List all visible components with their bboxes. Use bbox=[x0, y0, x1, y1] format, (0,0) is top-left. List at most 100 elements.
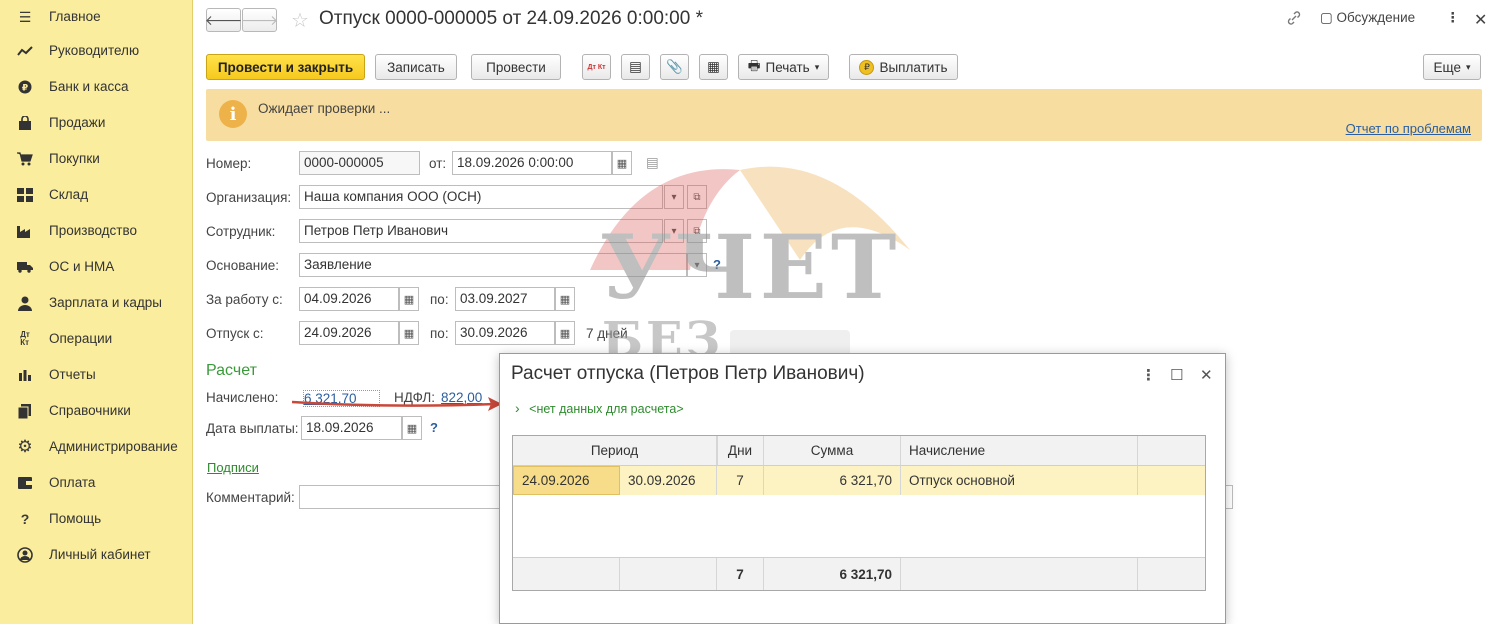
cell-accrual[interactable]: Отпуск основной bbox=[901, 466, 1138, 495]
dropdown-icon[interactable]: ▾ bbox=[687, 253, 707, 277]
forward-button[interactable]: 🡒 bbox=[241, 8, 278, 32]
work-from-label: За работу с: bbox=[206, 292, 283, 307]
help-question-icon[interactable]: ? bbox=[430, 420, 438, 435]
link-icon[interactable] bbox=[1286, 10, 1302, 29]
basis-select[interactable]: Заявление bbox=[299, 253, 687, 277]
sidebar-item-bank[interactable]: ₽ Банк и касса bbox=[0, 70, 193, 106]
pay-label: Выплатить bbox=[879, 59, 948, 75]
wallet-icon bbox=[16, 474, 34, 492]
page-title: Отпуск 0000-000005 от 24.09.2026 0:00:00… bbox=[319, 8, 703, 29]
sidebar-item-label: Зарплата и кадры bbox=[49, 295, 162, 310]
cell-sum[interactable]: 6 321,70 bbox=[764, 466, 901, 495]
post-and-close-button[interactable]: Провести и закрыть bbox=[206, 54, 365, 80]
calendar-icon[interactable]: ▦ bbox=[399, 321, 419, 345]
cell-days[interactable]: 7 bbox=[717, 466, 764, 495]
col-sum[interactable]: Сумма bbox=[764, 436, 901, 465]
cell-to[interactable]: 30.09.2026 bbox=[620, 466, 717, 495]
col-accrual[interactable]: Начисление bbox=[901, 436, 1138, 465]
user-circle-icon bbox=[16, 546, 34, 564]
vacation-from-label: Отпуск с: bbox=[206, 326, 264, 341]
sidebar-item-label: Склад bbox=[49, 187, 89, 202]
annotation-arrow bbox=[291, 397, 502, 411]
table-row[interactable]: 24.09.2026 30.09.2026 7 6 321,70 Отпуск … bbox=[513, 466, 1205, 495]
sidebar-item-purchases[interactable]: Покупки bbox=[0, 142, 193, 178]
sidebar-item-sales[interactable]: Продажи bbox=[0, 106, 193, 142]
books-icon bbox=[16, 402, 34, 420]
col-days[interactable]: Дни bbox=[717, 436, 764, 465]
dropdown-icon[interactable]: ▾ bbox=[664, 219, 684, 243]
sidebar-item-assets[interactable]: ОС и НМА bbox=[0, 250, 193, 286]
vacation-days: 7 дней bbox=[586, 326, 628, 341]
status-banner: i Ожидает проверки ... Отчет по проблема… bbox=[206, 89, 1482, 141]
help-question-icon[interactable]: ? bbox=[713, 257, 721, 272]
employee-field[interactable]: Петров Петр Иванович bbox=[299, 219, 663, 243]
attach-button[interactable]: 📎 bbox=[660, 54, 689, 80]
gear-icon: ⚙ bbox=[17, 437, 33, 456]
person-icon bbox=[16, 294, 34, 312]
sidebar-item-references[interactable]: Справочники bbox=[0, 394, 193, 430]
sidebar-item-salary[interactable]: Зарплата и кадры bbox=[0, 286, 193, 322]
open-icon[interactable]: ⧉ bbox=[687, 185, 707, 209]
sidebar-item-reports[interactable]: Отчеты bbox=[0, 358, 193, 394]
sidebar-item-admin[interactable]: ⚙ Администрирование bbox=[0, 430, 193, 466]
favorite-star-icon[interactable]: ☆ bbox=[291, 8, 309, 33]
number-field[interactable]: 0000-000005 bbox=[299, 151, 420, 175]
save-button[interactable]: Записать bbox=[375, 54, 457, 80]
total-days: 7 bbox=[717, 558, 764, 590]
svg-text:₽: ₽ bbox=[22, 84, 28, 94]
chevron-down-icon: ▾ bbox=[814, 61, 820, 72]
open-icon[interactable]: ⧉ bbox=[687, 219, 707, 243]
more-vert-icon[interactable]: ⋮ bbox=[1446, 10, 1460, 26]
vacation-from-field[interactable]: 24.09.2026 bbox=[299, 321, 399, 345]
arrow-left-icon: 🡐 bbox=[204, 11, 243, 28]
sidebar-item-director[interactable]: Руководителю bbox=[0, 34, 193, 70]
col-period[interactable]: Период bbox=[513, 436, 717, 465]
chat-icon: ▢ bbox=[1320, 10, 1333, 25]
more-button[interactable]: Еще ▾ bbox=[1423, 54, 1481, 80]
work-to-field[interactable]: 03.09.2027 bbox=[455, 287, 555, 311]
post-button[interactable]: Провести bbox=[471, 54, 561, 80]
print-button[interactable]: 🖶 Печать ▾ bbox=[738, 54, 829, 80]
sidebar-item-main[interactable]: ☰ Главное bbox=[0, 0, 193, 36]
print-label: Печать bbox=[765, 59, 810, 75]
pay-date-field[interactable]: 18.09.2026 bbox=[301, 416, 402, 440]
menu-icon: ☰ bbox=[18, 8, 32, 25]
sidebar-item-help[interactable]: ? Помощь bbox=[0, 502, 193, 538]
signatures-link[interactable]: Подписи bbox=[207, 460, 259, 475]
document-date-field[interactable]: 18.09.2026 0:00:00 bbox=[452, 151, 612, 175]
trend-icon bbox=[16, 42, 34, 60]
back-button[interactable]: 🡐 bbox=[204, 8, 243, 32]
list-doc-button[interactable]: ▤ bbox=[621, 54, 650, 80]
close-icon[interactable]: ✕ bbox=[1474, 10, 1487, 30]
work-from-field[interactable]: 04.09.2026 bbox=[299, 287, 399, 311]
more-label: Еще bbox=[1433, 59, 1461, 75]
close-icon[interactable]: ✕ bbox=[1200, 366, 1213, 384]
more-vert-icon[interactable]: ⋮ bbox=[1141, 366, 1156, 384]
calendar-icon[interactable]: ▦ bbox=[402, 416, 422, 440]
vacation-to-field[interactable]: 30.09.2026 bbox=[455, 321, 555, 345]
accrued-label: Начислено: bbox=[206, 390, 279, 405]
sidebar-item-account[interactable]: Личный кабинет bbox=[0, 538, 193, 574]
dt-kt-button[interactable]: Дт Кт bbox=[582, 54, 611, 80]
history-icon[interactable]: ▤ bbox=[646, 155, 659, 171]
sidebar-item-operations[interactable]: Дт Кт Операции bbox=[0, 322, 193, 358]
calendar-icon[interactable]: ▦ bbox=[399, 287, 419, 311]
sidebar-item-payment[interactable]: Оплата bbox=[0, 466, 193, 502]
maximize-icon[interactable]: ☐ bbox=[1170, 366, 1183, 384]
sidebar-item-production[interactable]: Производство bbox=[0, 214, 193, 250]
dialog-title: Расчет отпуска (Петров Петр Иванович) bbox=[511, 363, 865, 384]
truck-icon bbox=[16, 258, 34, 276]
sidebar-item-warehouse[interactable]: Склад bbox=[0, 178, 193, 214]
cell-from[interactable]: 24.09.2026 bbox=[513, 466, 620, 495]
calendar-icon[interactable]: ▦ bbox=[612, 151, 632, 175]
calendar-icon[interactable]: ▦ bbox=[555, 321, 575, 345]
organization-field[interactable]: Наша компания ООО (ОСН) bbox=[299, 185, 663, 209]
sidebar-item-label: Продажи bbox=[49, 115, 106, 130]
problems-report-link[interactable]: Отчет по проблемам bbox=[1346, 121, 1471, 136]
dropdown-icon[interactable]: ▾ bbox=[664, 185, 684, 209]
structure-button[interactable]: ▦ bbox=[699, 54, 728, 80]
calendar-icon[interactable]: ▦ bbox=[555, 287, 575, 311]
pay-button[interactable]: ₽ Выплатить bbox=[849, 54, 958, 80]
discussion-button[interactable]: ▢ Обсуждение bbox=[1320, 10, 1415, 26]
cart-icon bbox=[16, 150, 34, 168]
